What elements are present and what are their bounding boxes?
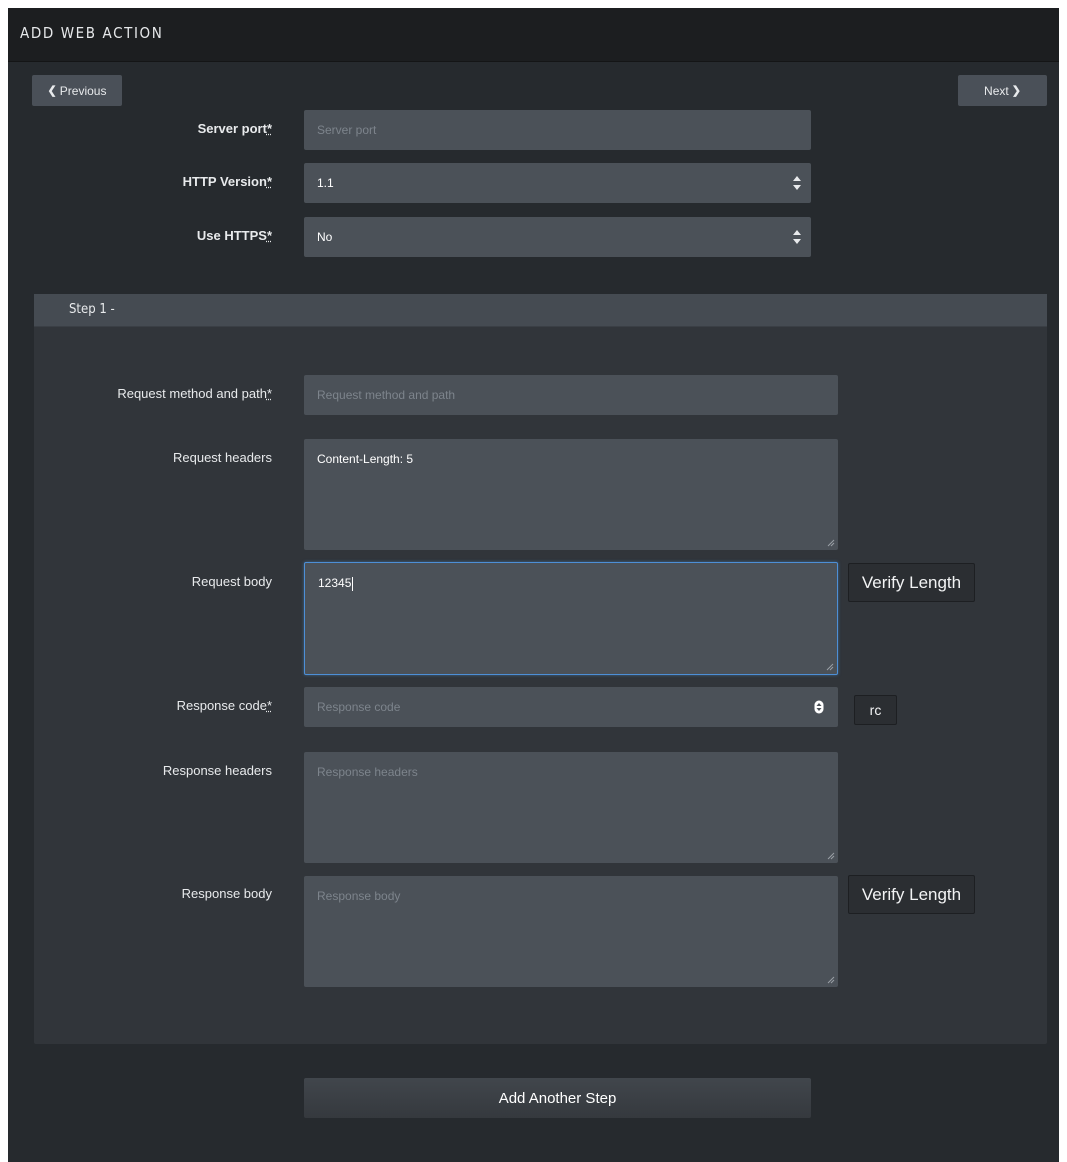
resize-grip-icon[interactable] bbox=[827, 852, 835, 860]
page-title: ADD WEB ACTION bbox=[20, 24, 164, 42]
add-another-step-button[interactable]: Add Another Step bbox=[304, 1078, 811, 1118]
response-headers-placeholder: Response headers bbox=[317, 765, 418, 779]
required-mark: * bbox=[266, 121, 272, 136]
use-https-select[interactable]: No bbox=[304, 217, 811, 257]
required-mark: * bbox=[266, 228, 272, 243]
request-method-path-placeholder: Request method and path bbox=[317, 388, 456, 402]
request-headers-label: Request headers bbox=[172, 450, 272, 465]
server-port-label: Server port* bbox=[197, 121, 272, 136]
request-body-textarea[interactable]: 12345 bbox=[304, 562, 838, 675]
request-body-value: 12345 bbox=[318, 576, 352, 590]
request-method-path-input[interactable]: Request method and path bbox=[304, 375, 838, 415]
title-bar: ADD WEB ACTION bbox=[8, 8, 1059, 62]
verify-length-response-button[interactable]: Verify Length bbox=[848, 875, 975, 914]
chevron-right-icon: ❯ bbox=[1011, 85, 1021, 97]
step-title: Step 1 - bbox=[69, 302, 115, 317]
use-https-value: No bbox=[317, 230, 333, 244]
resize-grip-icon[interactable] bbox=[827, 976, 835, 984]
resize-grip-icon[interactable] bbox=[826, 663, 834, 671]
http-version-label: HTTP Version* bbox=[182, 174, 272, 189]
response-code-label: Response code* bbox=[176, 698, 272, 713]
select-arrows-icon bbox=[793, 230, 801, 244]
request-headers-textarea[interactable]: Content-Length: 5 bbox=[304, 439, 838, 550]
response-code-input[interactable]: Response code bbox=[304, 687, 838, 727]
resize-grip-icon[interactable] bbox=[827, 539, 835, 547]
next-button[interactable]: Next ❯ bbox=[958, 75, 1047, 106]
http-version-select[interactable]: 1.1 bbox=[304, 163, 811, 203]
response-body-placeholder: Response body bbox=[317, 889, 401, 903]
request-headers-value: Content-Length: 5 bbox=[317, 452, 414, 466]
http-version-value: 1.1 bbox=[317, 176, 334, 190]
response-body-textarea[interactable]: Response body bbox=[304, 876, 838, 987]
server-port-placeholder: Server port bbox=[317, 123, 377, 137]
response-code-placeholder: Response code bbox=[317, 700, 401, 714]
request-method-path-label: Request method and path* bbox=[117, 386, 272, 401]
step-header: Step 1 - bbox=[34, 294, 1047, 327]
previous-button-label: Previous bbox=[59, 83, 107, 98]
rc-button[interactable]: rc bbox=[854, 695, 897, 725]
number-spinner-icon[interactable] bbox=[814, 700, 824, 714]
required-mark: * bbox=[266, 698, 272, 713]
required-mark: * bbox=[266, 174, 272, 189]
request-body-label: Request body bbox=[191, 574, 272, 589]
required-mark: * bbox=[266, 386, 272, 401]
verify-length-request-button[interactable]: Verify Length bbox=[848, 563, 975, 602]
response-headers-label: Response headers bbox=[162, 763, 272, 778]
add-web-action-panel: ADD WEB ACTION ❮ Previous Next ❯ Server … bbox=[8, 8, 1059, 1162]
text-cursor bbox=[352, 576, 354, 591]
server-port-input[interactable]: Server port bbox=[304, 110, 811, 150]
chevron-left-icon: ❮ bbox=[47, 85, 57, 97]
response-body-label: Response body bbox=[181, 886, 272, 901]
use-https-label: Use HTTPS* bbox=[196, 228, 272, 243]
next-button-label: Next bbox=[984, 83, 1009, 98]
select-arrows-icon bbox=[793, 176, 801, 190]
previous-button[interactable]: ❮ Previous bbox=[32, 75, 122, 106]
response-headers-textarea[interactable]: Response headers bbox=[304, 752, 838, 863]
